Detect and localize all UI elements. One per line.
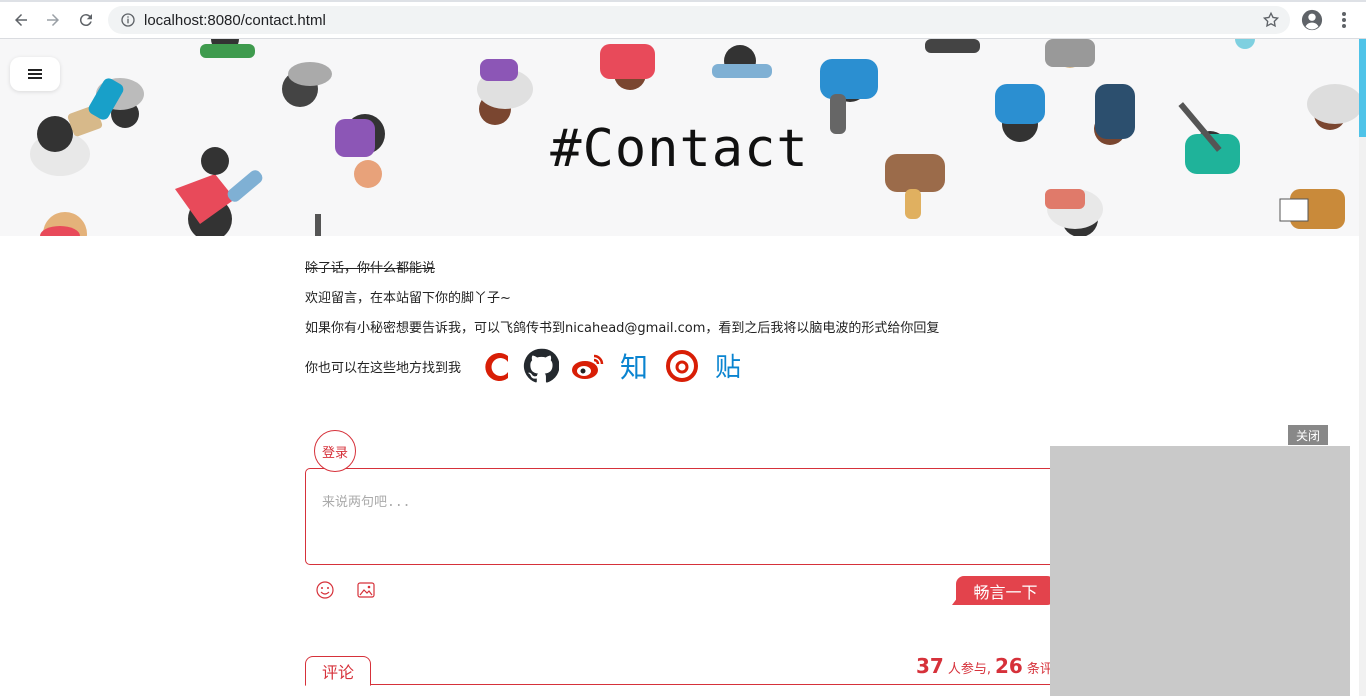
arrow-right-icon: [47, 14, 59, 26]
comment-stats: 37 人参与, 26 条评论: [912, 654, 1066, 678]
info-icon[interactable]: [120, 12, 136, 28]
back-button[interactable]: [10, 9, 32, 31]
hero-banner: #Contact: [0, 39, 1359, 236]
reload-icon: [79, 14, 92, 27]
more-menu-icon[interactable]: [1337, 9, 1351, 31]
page-title: #Contact: [550, 119, 809, 179]
menu-button[interactable]: [10, 57, 60, 91]
forward-button[interactable]: [42, 9, 64, 31]
scrollbar-thumb[interactable]: [1359, 39, 1366, 137]
welcome-text: 欢迎留言，在本站留下你的脚丫子~: [305, 291, 511, 306]
participants-count: 37: [916, 654, 944, 678]
find-me-label: 你也可以在这些地方找到我: [305, 360, 462, 376]
email-text: 如果你有小秘密想要告诉我，可以飞鸽传书到nicahead@gmail.com，看…: [305, 321, 940, 336]
image-upload-icon[interactable]: [356, 580, 376, 600]
intro-strikethrough: 除了话，你什么都能说: [305, 261, 436, 276]
weibo-link[interactable]: [569, 347, 607, 385]
url-text[interactable]: localhost:8080/contact.html: [144, 12, 326, 29]
weibo-icon: [572, 354, 604, 379]
ad-close-button[interactable]: 关闭: [1288, 425, 1328, 445]
svg-text:贴: 贴: [715, 353, 741, 383]
tieba-link[interactable]: 贴: [710, 347, 748, 385]
bookmark-star-icon[interactable]: [1262, 11, 1280, 29]
participants-label: 人参与,: [947, 662, 991, 677]
profile-icon[interactable]: [1301, 9, 1323, 31]
comment-box: [305, 468, 1055, 565]
tab-divider: [305, 684, 1055, 685]
netease-music-icon: [666, 350, 699, 382]
zhihu-icon: 知: [620, 351, 648, 384]
tab-comments[interactable]: 评论: [305, 656, 371, 686]
tieba-icon: 贴: [715, 353, 741, 383]
reload-button[interactable]: [75, 9, 97, 31]
tab-strip-edge: [0, 0, 1366, 2]
login-button[interactable]: 登录: [314, 430, 356, 472]
comments-count: 26: [994, 654, 1023, 678]
csdn-link[interactable]: [475, 347, 513, 385]
github-icon: [523, 348, 560, 383]
page-scrollbar[interactable]: [1359, 39, 1366, 696]
address-bar[interactable]: localhost:8080/contact.html: [108, 6, 1290, 34]
csdn-icon: [485, 353, 509, 381]
browser-toolbar: localhost:8080/contact.html: [0, 0, 1366, 39]
emoji-icon[interactable]: [315, 580, 335, 600]
hamburger-icon: [28, 69, 42, 79]
netease-music-link[interactable]: [663, 347, 701, 385]
svg-text:知: 知: [620, 351, 648, 384]
zhihu-link[interactable]: 知: [616, 347, 654, 385]
github-link[interactable]: [522, 347, 560, 385]
ad-placeholder: [1050, 446, 1350, 696]
submit-comment-button[interactable]: 畅言一下: [952, 576, 1055, 605]
social-links: 你也可以在这些地方找到我 知 贴: [305, 346, 1065, 386]
comment-input[interactable]: [306, 469, 1054, 564]
contact-content: 除了话，你什么都能说 欢迎留言，在本站留下你的脚丫子~ 如果你有小秘密想要告诉我…: [305, 254, 1065, 386]
arrow-left-icon: [15, 14, 27, 26]
